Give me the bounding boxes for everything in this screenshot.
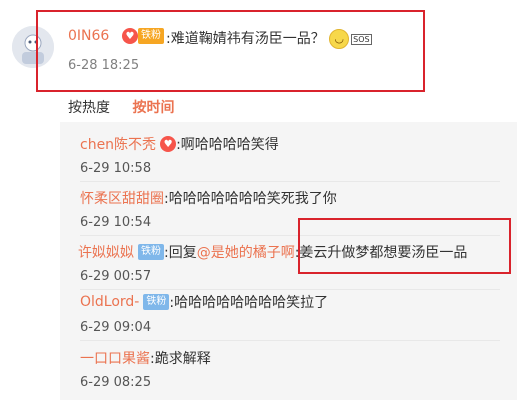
- reply-username[interactable]: 许姒姒姒: [78, 242, 134, 262]
- reply-text: :哈哈哈哈哈哈哈笑死我了你: [164, 191, 337, 207]
- reply-username[interactable]: 一口口果酱: [80, 348, 150, 368]
- divider: [80, 340, 500, 341]
- reply-time: 6-29 10:54: [80, 215, 152, 230]
- comment-thread: 0IN66 ♥ 铁粉 :难道鞠婧祎有汤臣一品？ ◡ SOS 6-28 18:25 …: [0, 0, 517, 400]
- sort-tabs: 按热度 按时间: [68, 97, 192, 117]
- reply-username[interactable]: chen陈不秃: [80, 134, 156, 154]
- reply-time: 6-29 09:04: [80, 320, 152, 335]
- reply-text: :啊哈哈哈哈笑得: [176, 137, 279, 153]
- tab-sort-time[interactable]: 按时间: [132, 100, 174, 116]
- reply-item: OldLord- 铁粉 :哈哈哈哈哈哈哈哈笑拉了: [80, 292, 328, 312]
- fan-badge[interactable]: 铁粉: [143, 294, 170, 310]
- reply-mention-link[interactable]: @是她的橘子啊: [197, 242, 295, 262]
- reply-time: 6-29 08:25: [80, 375, 152, 390]
- highlight-box-top-comment: [36, 10, 425, 92]
- reply-username[interactable]: 怀柔区甜甜圈: [80, 188, 164, 208]
- divider: [80, 289, 500, 290]
- heart-badge-icon: ♥: [160, 136, 177, 152]
- reply-item: 一口口果酱 :跪求解释: [80, 348, 211, 368]
- reply-item: chen陈不秃 ♥ :啊哈哈哈哈笑得: [80, 134, 279, 154]
- tab-sort-hot[interactable]: 按热度: [68, 100, 110, 116]
- reply-item: 怀柔区甜甜圈 :哈哈哈哈哈哈哈笑死我了你: [80, 188, 337, 208]
- highlight-box-reply-text: [298, 218, 511, 274]
- reply-time: 6-29 00:57: [80, 269, 152, 284]
- reply-time: 6-29 10:58: [80, 161, 152, 176]
- reply-text: :跪求解释: [150, 351, 211, 367]
- reply-text: :哈哈哈哈哈哈哈哈笑拉了: [169, 295, 329, 311]
- divider: [80, 181, 500, 182]
- fan-badge[interactable]: 铁粉: [138, 244, 164, 260]
- reply-username[interactable]: OldLord-: [80, 294, 139, 310]
- reply-prefix: :回复: [164, 245, 197, 261]
